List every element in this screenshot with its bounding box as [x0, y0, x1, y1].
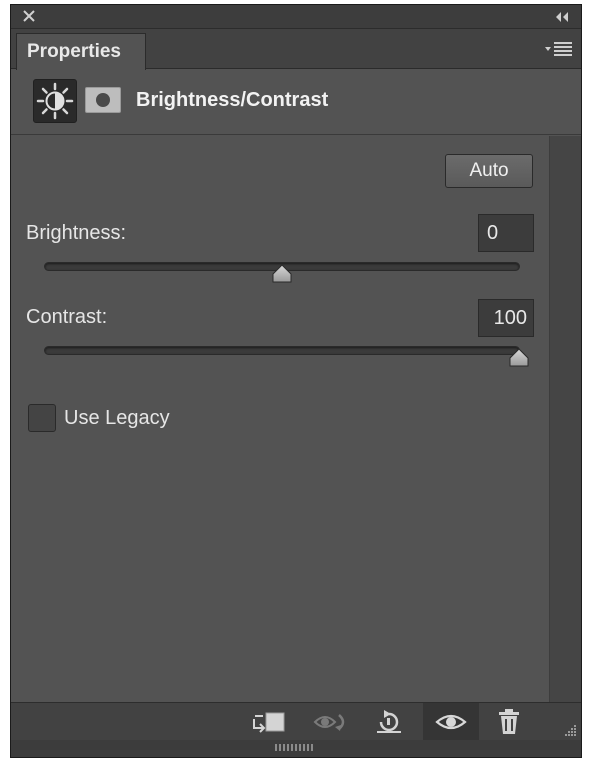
visibility-toggle-button[interactable]	[423, 703, 479, 740]
brightness-sun-icon[interactable]	[33, 79, 77, 123]
contrast-value-field[interactable]: 100	[478, 299, 534, 337]
brightness-slider-thumb[interactable]	[271, 264, 293, 284]
contrast-slider-thumb[interactable]	[508, 348, 530, 368]
panel-footer	[11, 740, 581, 757]
contrast-slider-track[interactable]	[44, 346, 520, 355]
double-chevron-left-icon[interactable]	[554, 11, 570, 23]
brightness-value-field[interactable]: 0	[478, 214, 534, 252]
use-legacy-label[interactable]: Use Legacy	[64, 407, 170, 430]
adjustment-title: Brightness/Contrast	[136, 89, 329, 111]
reset-adjustment-icon[interactable]	[371, 709, 407, 735]
clip-to-layer-icon[interactable]	[251, 709, 287, 735]
mask-dot	[96, 93, 110, 107]
brightness-label: Brightness:	[26, 222, 127, 244]
tab-properties[interactable]: Properties	[16, 33, 146, 70]
adjustment-content: Auto Brightness: 0 Contrast: 100 Use Leg…	[11, 136, 549, 702]
tab-row: Properties	[11, 29, 581, 70]
contrast-label: Contrast:	[26, 306, 108, 328]
view-previous-state-icon[interactable]	[313, 709, 349, 735]
trash-icon[interactable]	[491, 709, 527, 735]
panel-menu-icon[interactable]	[545, 41, 573, 57]
drag-handle-icon[interactable]	[275, 744, 315, 751]
panel-title-bar	[11, 5, 581, 29]
vertical-scrollbar[interactable]	[549, 136, 581, 702]
eye-icon	[435, 714, 467, 730]
close-icon[interactable]	[22, 9, 36, 23]
panel-bottom-toolbar	[11, 702, 581, 740]
resize-grip-icon[interactable]	[563, 723, 577, 737]
properties-panel: Properties Brightness/Contrast Auto Brig…	[10, 4, 582, 758]
layer-mask-icon[interactable]	[85, 87, 121, 113]
auto-button[interactable]: Auto	[445, 154, 533, 188]
use-legacy-checkbox[interactable]	[28, 404, 56, 432]
adjustment-header: Brightness/Contrast	[11, 69, 581, 135]
